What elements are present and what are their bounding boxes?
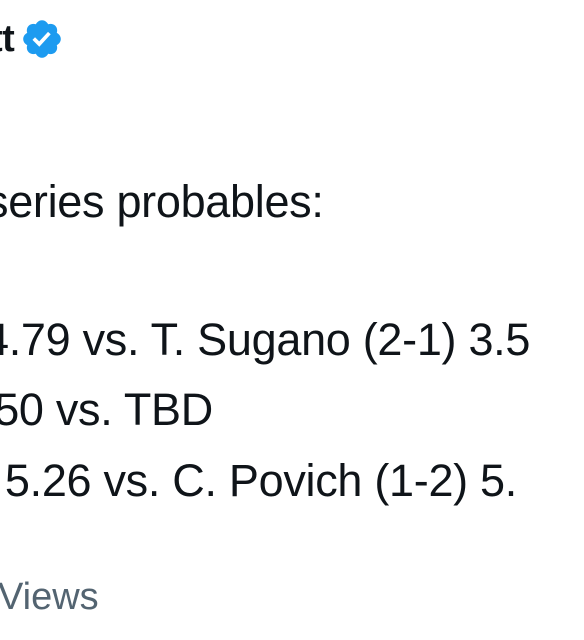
tweet-text-game-2: .50 vs. TBD bbox=[0, 384, 213, 435]
tweet-text-intro: series probables: bbox=[0, 176, 324, 227]
tweet: tt series probables: 4.79 vs. T. Sugano … bbox=[0, 0, 584, 640]
verified-badge-icon[interactable] bbox=[20, 17, 64, 61]
tweet-text-game-1: 4.79 vs. T. Sugano (2-1) 3.5 bbox=[0, 314, 531, 365]
tweet-text-game-3: ) 5.26 vs. C. Povich (1-2) 5. bbox=[0, 455, 517, 506]
author-name[interactable]: tt bbox=[0, 14, 15, 64]
views-label[interactable]: Views bbox=[0, 572, 99, 622]
tweet-header: tt bbox=[0, 14, 64, 64]
